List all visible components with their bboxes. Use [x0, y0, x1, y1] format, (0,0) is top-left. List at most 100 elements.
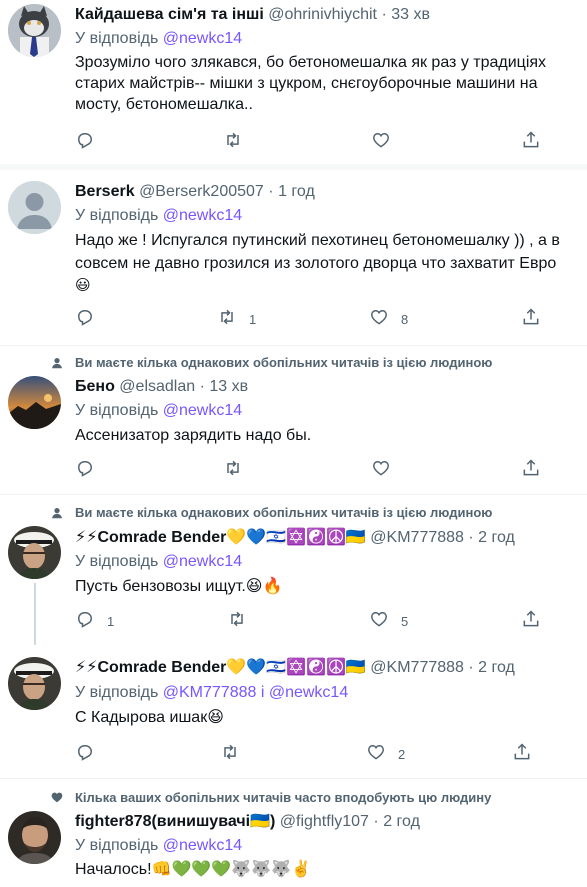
retweet-button[interactable]: 1 — [217, 309, 256, 329]
share-button[interactable] — [521, 307, 541, 332]
tweet-6[interactable]: Кілька ваших обопільних читачів часто вп… — [0, 779, 587, 887]
avatar[interactable] — [8, 376, 61, 429]
tweet-1[interactable]: Кайдашева сім'я та інші @ohrinivhiychit … — [0, 0, 587, 164]
retweet-button[interactable] — [227, 611, 259, 631]
share-icon — [521, 307, 541, 332]
action-bar: 2 — [75, 742, 545, 767]
like-button[interactable] — [371, 460, 403, 480]
avatar[interactable] — [8, 811, 61, 864]
like-button[interactable]: 2 — [366, 744, 405, 764]
tweet-text-emoji: 😃 — [75, 276, 91, 294]
heart-icon — [369, 307, 389, 332]
tweet-text-line-2: совсем не давно грозился из золотого дво… — [75, 255, 557, 272]
tweet-text-line-1: Надо же ! Испугался путинский пехотинец … — [75, 232, 560, 249]
reply-prefix: У відповідь — [75, 30, 159, 47]
reply-context: У відповідь @newkc14 — [75, 836, 242, 856]
share-icon — [521, 458, 541, 483]
like-button[interactable]: 8 — [369, 309, 408, 329]
author-name[interactable]: fighter878(винишувачі🇺🇦) — [75, 813, 275, 830]
retweet-button[interactable] — [220, 744, 252, 764]
heart-icon — [371, 130, 391, 155]
separator-dot: · — [373, 813, 379, 830]
person-icon — [52, 358, 62, 369]
heart-icon — [369, 609, 389, 634]
author-name[interactable]: Кайдашева сім'я та інші — [75, 6, 264, 23]
share-button[interactable] — [521, 458, 541, 483]
tweet-text: Началось!👊💚💚💚🐺🐺🐺✌️ — [75, 861, 311, 878]
action-bar: 1 8 — [75, 307, 545, 332]
author-name[interactable]: ⚡⚡Comrade Bender💛💙🇮🇱✡️☯️☮️🇺🇦 — [75, 529, 366, 546]
timestamp[interactable]: 13 хв — [209, 378, 248, 395]
timestamp[interactable]: 1 год — [278, 183, 315, 200]
author-handle[interactable]: @KM777888 — [370, 529, 464, 546]
share-button[interactable] — [521, 130, 541, 155]
retweet-button[interactable] — [223, 460, 255, 480]
social-context[interactable]: Ви маєте кілька однакових обопільних чит… — [75, 505, 492, 521]
reply-count: 1 — [107, 613, 115, 629]
reply-icon — [75, 307, 95, 332]
reply-button[interactable] — [75, 744, 107, 764]
tweet-3[interactable]: Ви маєте кілька однакових обопільних чит… — [0, 346, 587, 494]
reply-mention[interactable]: @newkc14 — [163, 553, 242, 570]
separator-dot: · — [468, 659, 474, 676]
reply-button[interactable] — [75, 460, 107, 480]
author-handle[interactable]: @elsadlan — [119, 378, 195, 395]
reply-icon — [75, 458, 95, 483]
reply-button[interactable] — [75, 132, 107, 152]
reply-icon — [75, 609, 95, 634]
timestamp[interactable]: 2 год — [478, 529, 515, 546]
reply-mention[interactable]: @newkc14 — [163, 402, 242, 419]
timestamp[interactable]: 2 год — [478, 659, 515, 676]
retweet-icon — [220, 742, 240, 767]
tweet-text: С Кадырова ишак😆 — [75, 709, 224, 726]
like-count: 2 — [398, 746, 406, 762]
reply-prefix: У відповідь — [75, 837, 159, 854]
share-button[interactable] — [512, 742, 532, 767]
reply-button[interactable] — [75, 309, 107, 329]
heart-icon — [366, 742, 386, 767]
avatar[interactable] — [8, 657, 61, 710]
reply-mention[interactable]: @newkc14 — [163, 837, 242, 854]
retweet-icon — [217, 307, 237, 332]
reply-mention[interactable]: @newkc14 — [163, 30, 242, 47]
like-button[interactable]: 5 — [369, 611, 408, 631]
author-name[interactable]: Бено — [75, 378, 115, 395]
tweet-text: Ассенизатор зарядить надо бы. — [75, 427, 312, 444]
person-icon — [52, 508, 62, 519]
avatar[interactable] — [8, 4, 61, 57]
author-handle[interactable]: @KM777888 — [370, 659, 464, 676]
like-button[interactable] — [371, 132, 403, 152]
author-name[interactable]: Berserk — [75, 183, 135, 200]
social-context[interactable]: Ви маєте кілька однакових обопільних чит… — [75, 355, 492, 371]
author-handle[interactable]: @fightfly107 — [280, 813, 369, 830]
share-icon — [512, 742, 532, 767]
reply-icon — [75, 742, 95, 767]
reply-prefix: У відповідь — [75, 553, 159, 570]
reply-button[interactable]: 1 — [75, 611, 114, 631]
timestamp[interactable]: 33 хв — [391, 6, 430, 23]
reply-context: У відповідь @newkc14 — [75, 401, 242, 421]
author-handle[interactable]: @Berserk200507 — [139, 183, 264, 200]
avatar[interactable] — [8, 181, 61, 234]
avatar[interactable] — [8, 526, 61, 579]
thread-line — [34, 583, 36, 645]
reply-context: У відповідь @newkc14 — [75, 552, 242, 572]
tweet-4[interactable]: Ви маєте кілька однакових обопільних чит… — [0, 495, 587, 645]
timestamp[interactable]: 2 год — [383, 813, 420, 830]
social-context[interactable]: Кілька ваших обопільних читачів часто вп… — [75, 790, 491, 806]
retweet-icon — [223, 458, 243, 483]
share-icon — [521, 130, 541, 155]
reply-prefix: У відповідь — [75, 684, 159, 701]
tweet-5[interactable]: ⚡⚡Comrade Bender💛💙🇮🇱✡️☯️☮️🇺🇦 @KM777888 ·… — [0, 645, 587, 778]
tweet-2[interactable]: Berserk @Berserk200507 · 1 год У відпові… — [0, 170, 587, 345]
reply-mention[interactable]: @KM777888 і @newkc14 — [163, 684, 348, 701]
separator-dot: · — [468, 529, 474, 546]
retweet-button[interactable] — [223, 132, 255, 152]
author-handle[interactable]: @ohrinivhiychit — [268, 6, 377, 23]
like-count: 8 — [401, 311, 409, 327]
tweet-text: Пусть бензовозы ищут.😆🔥 — [75, 578, 283, 595]
retweet-count: 1 — [249, 311, 257, 327]
share-button[interactable] — [521, 609, 541, 631]
reply-mention[interactable]: @newkc14 — [163, 207, 242, 224]
author-name[interactable]: ⚡⚡Comrade Bender💛💙🇮🇱✡️☯️☮️🇺🇦 — [75, 659, 366, 676]
